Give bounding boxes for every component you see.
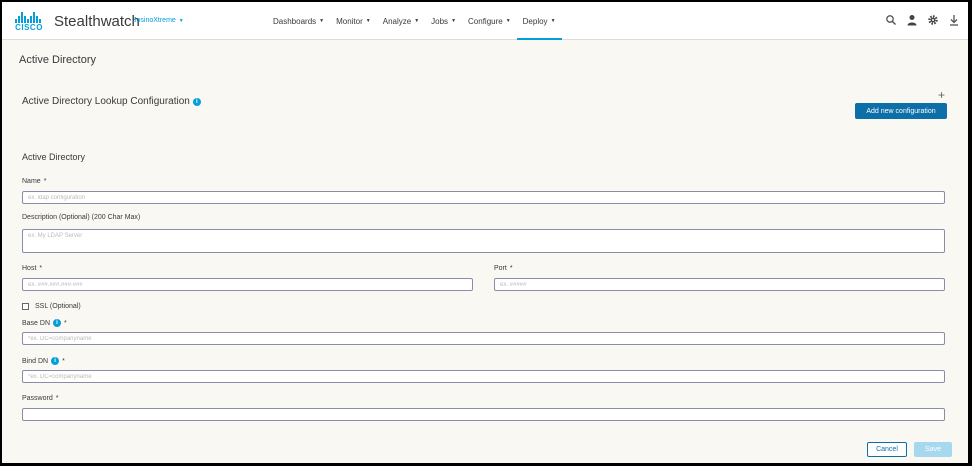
required-mark: * <box>43 178 47 185</box>
nav-configure[interactable]: Configure ▼ <box>462 2 517 40</box>
bind-dn-input[interactable] <box>22 370 945 383</box>
caret-down-icon: ▼ <box>178 18 184 24</box>
description-label: Description (Optional) (200 Char Max) <box>22 214 141 221</box>
product-name: Stealthwatch <box>54 13 140 30</box>
ssl-option: SSL (Optional) <box>22 303 81 310</box>
cisco-logo[interactable]: CISCO <box>15 11 43 33</box>
nav-deploy[interactable]: Deploy ▼ <box>516 2 562 40</box>
caret-down-icon: ▼ <box>550 18 556 24</box>
nav-monitor[interactable]: Monitor ▼ <box>330 2 377 40</box>
app-window: CISCO Stealthwatch JosinoXtreme ▼ Dashboa… <box>2 2 968 463</box>
gear-icon[interactable] <box>927 14 939 26</box>
page-title: Active Directory <box>19 54 97 66</box>
nav-analyze[interactable]: Analyze ▼ <box>377 2 425 40</box>
description-input[interactable] <box>22 229 945 253</box>
top-navigation-bar: CISCO Stealthwatch JosinoXtreme ▼ Dashboa… <box>2 2 968 40</box>
required-mark: * <box>62 357 65 365</box>
nav-dashboards[interactable]: Dashboards ▼ <box>267 2 330 40</box>
name-input[interactable] <box>22 191 945 204</box>
section-title-text: Active Directory Lookup Configuration <box>22 96 190 107</box>
info-icon[interactable]: i <box>53 319 62 327</box>
host-label: Host * <box>22 265 43 272</box>
save-button[interactable]: Save <box>914 442 952 457</box>
cisco-logo-text: CISCO <box>15 23 43 32</box>
user-icon[interactable] <box>906 14 918 26</box>
base-dn-input[interactable] <box>22 332 945 345</box>
password-input[interactable] <box>22 408 945 421</box>
required-mark: * <box>64 319 67 327</box>
host-input[interactable] <box>22 278 473 291</box>
port-label: Port * <box>494 265 513 272</box>
caret-down-icon: ▼ <box>505 18 511 24</box>
ssl-label: SSL (Optional) <box>35 303 81 310</box>
name-label: Name * <box>22 178 47 185</box>
nav-jobs[interactable]: Jobs ▼ <box>425 2 462 40</box>
required-mark: * <box>39 265 43 272</box>
caret-down-icon: ▼ <box>319 18 325 24</box>
cancel-button[interactable]: Cancel <box>867 442 907 457</box>
add-new-configuration-button[interactable]: Add new configuration <box>855 103 947 119</box>
caret-down-icon: ▼ <box>451 18 457 24</box>
header-icons <box>885 14 960 26</box>
tenant-name: JosinoXtreme <box>133 17 176 24</box>
form-title: Active Directory <box>22 152 86 162</box>
required-mark: * <box>55 395 59 402</box>
base-dn-label: Base DN i * <box>22 319 67 327</box>
port-input[interactable] <box>494 278 945 291</box>
main-nav: Dashboards ▼ Monitor ▼ Analyze ▼ Jobs ▼ Conf… <box>267 2 562 40</box>
info-icon[interactable]: i <box>192 97 201 106</box>
password-label: Password * <box>22 395 59 402</box>
info-icon[interactable]: i <box>51 357 60 365</box>
ssl-checkbox[interactable] <box>22 303 29 310</box>
required-mark: * <box>509 265 513 272</box>
caret-down-icon: ▼ <box>365 18 371 24</box>
download-icon[interactable] <box>948 14 960 26</box>
cisco-logo-bars-icon <box>15 11 43 23</box>
bind-dn-label: Bind DN i * <box>22 357 65 365</box>
search-icon[interactable] <box>885 14 897 26</box>
caret-down-icon: ▼ <box>414 18 420 24</box>
tenant-selector[interactable]: JosinoXtreme ▼ <box>133 17 184 24</box>
plus-icon[interactable]: + <box>938 88 945 102</box>
section-title: Active Directory Lookup Configuration i <box>22 96 201 107</box>
